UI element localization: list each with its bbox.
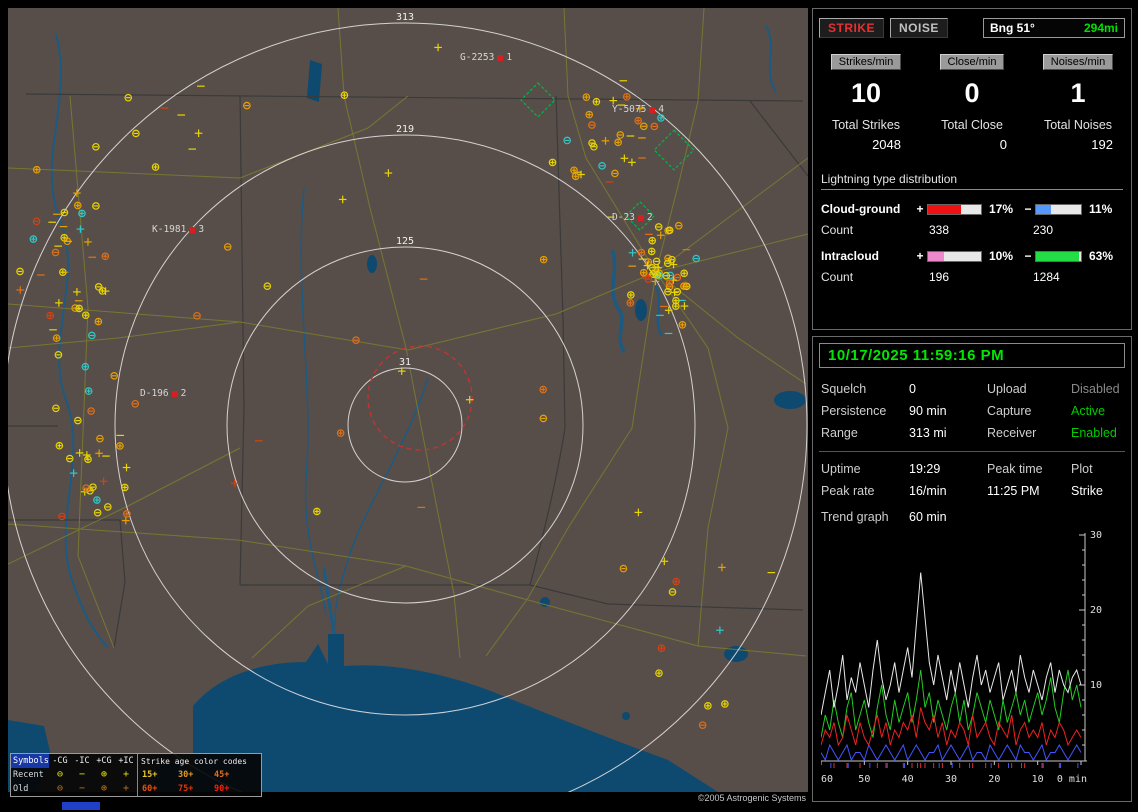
peak-rate-value: 16/min [909, 484, 947, 498]
trend-graph-canvas: 10 20 30 60 50 40 30 20 10 0 min [820, 530, 1102, 785]
trend-graph-label: Trend graph [821, 510, 889, 524]
cell-marker-icon [649, 106, 656, 113]
strike-indicator-button[interactable]: STRIKE [819, 18, 885, 38]
strikes-rate-value: 10 [850, 78, 882, 108]
bearing-value: Bng 51° [990, 21, 1035, 35]
svg-text:30: 30 [945, 774, 957, 785]
status-grid: Uptime 19:29 Peak time Plot Peak rate 16… [813, 454, 1131, 500]
svg-text:0 min: 0 min [1057, 774, 1087, 785]
noises-per-min-chip[interactable]: Noises/min [1042, 54, 1114, 70]
uptime-value: 19:29 [909, 462, 941, 476]
ic-minus-bar [1035, 250, 1082, 262]
strikes-per-min-chip[interactable]: Strikes/min [830, 54, 902, 70]
capture-value: Active [1071, 404, 1106, 418]
map-canvas: 313 219 125 31 [8, 8, 808, 792]
upload-label: Upload [987, 382, 1027, 396]
close-per-min-chip[interactable]: Close/min [939, 54, 1005, 70]
storm-cell-label: D-23 2 [612, 212, 653, 223]
total-noises-value: 192 [1091, 137, 1113, 152]
copyright-text: ©2005 Astrogenic Systems [697, 793, 806, 803]
receiver-label: Receiver [987, 426, 1037, 440]
range-value: 313 mi [909, 426, 947, 440]
settings-grid: Squelch 0 Upload Disabled Persistence 90… [813, 374, 1131, 442]
storm-cell-label: G-2253 1 [460, 52, 513, 63]
trend-graph-value: 60 min [909, 510, 947, 524]
storm-cell-label: Y-5075 4 [612, 104, 665, 115]
svg-text:10: 10 [1032, 774, 1044, 785]
uptime-label: Uptime [821, 462, 861, 476]
storm-cell-label: D-196 2 [140, 388, 187, 399]
cg-minus-bar [1035, 203, 1082, 215]
cloud-ground-counts: Count 338 230 [821, 223, 1054, 237]
taskbar-fragment [62, 802, 100, 810]
svg-text:31: 31 [399, 357, 411, 368]
cell-marker-icon [637, 214, 644, 221]
cell-marker-icon [171, 390, 178, 397]
plot-label: Plot [1071, 462, 1093, 476]
status-panel: STRIKE NOISE Bng 51° 294mi Strikes/min C… [812, 8, 1132, 802]
peak-time-value: 11:25 PM [987, 484, 1040, 498]
ic-plus-bar [927, 250, 982, 262]
divider [819, 451, 1125, 452]
total-close-label: Total Close [941, 118, 1003, 132]
svg-text:50: 50 [858, 774, 870, 785]
receiver-value: Enabled [1071, 426, 1117, 440]
close-rate-value: 0 [964, 78, 980, 108]
map-legend: Symbols -CG -IC +CG +IC Recent ⊖ − ⊕ + Old ⊖ − ⊕ + Str… [10, 753, 262, 797]
svg-text:60: 60 [821, 774, 833, 785]
squelch-value: 0 [909, 382, 916, 396]
upload-value: Disabled [1071, 382, 1120, 396]
distribution-title: Lightning type distribution [821, 172, 1123, 190]
intracloud-counts: Count 196 1284 [821, 270, 1060, 284]
total-strikes-label: Total Strikes [831, 118, 901, 132]
persistence-label: Persistence [821, 404, 887, 418]
storm-cell-label: K-1981 3 [152, 224, 205, 235]
trend-settings: Trend graph 60 min [813, 500, 1131, 526]
datetime-display: 10/17/2025 11:59:16 PM [819, 343, 1125, 368]
plot-value: Strike [1071, 484, 1103, 498]
svg-text:20: 20 [1090, 605, 1102, 616]
capture-label: Capture [987, 404, 1032, 418]
legend-age-codes: Strike age color codes 15+ 30+ 45+ 60+ 75+ 90+ [137, 754, 261, 796]
total-noises-label: Total Noises [1043, 118, 1113, 132]
range-label: Range [821, 426, 858, 440]
bearing-range-value: 294mi [1083, 21, 1118, 35]
svg-text:20: 20 [988, 774, 1000, 785]
peak-rate-label: Peak rate [821, 484, 875, 498]
squelch-label: Squelch [821, 382, 867, 396]
svg-text:125: 125 [396, 236, 414, 247]
total-strikes-value: 2048 [872, 137, 901, 152]
status-section: 10/17/2025 11:59:16 PM Squelch 0 Upload … [812, 336, 1132, 802]
bearing-readout: Bng 51° 294mi [983, 18, 1125, 38]
peak-time-label: Peak time [987, 462, 1043, 476]
svg-text:313: 313 [396, 12, 414, 23]
noise-indicator-button[interactable]: NOISE [890, 18, 948, 38]
nexstorm-window: 313 219 125 31 Symbols -CG -IC +CG +IC Recent ⊖ − ⊕… [0, 0, 1138, 812]
lightning-map[interactable]: 313 219 125 31 Symbols -CG -IC +CG +IC Recent ⊖ − ⊕… [8, 8, 808, 797]
counters-section: STRIKE NOISE Bng 51° 294mi Strikes/min C… [812, 8, 1132, 330]
persistence-value: 90 min [909, 404, 947, 418]
svg-text:30: 30 [1090, 530, 1102, 541]
svg-text:40: 40 [902, 774, 914, 785]
noises-rate-value: 1 [1070, 78, 1086, 108]
svg-text:219: 219 [396, 124, 414, 135]
cloud-ground-row: Cloud-ground + 17% − 11% [821, 202, 1113, 216]
svg-text:10: 10 [1090, 680, 1102, 691]
cell-marker-icon [189, 226, 196, 233]
trend-graph: 10 20 30 60 50 40 30 20 10 0 min [820, 530, 1123, 791]
cell-marker-icon [497, 54, 504, 61]
total-close-value: 0 [999, 137, 1007, 152]
cg-plus-bar [927, 203, 982, 215]
intracloud-row: Intracloud + 10% − 63% [821, 249, 1114, 263]
legend-symbols: Symbols -CG -IC +CG +IC Recent ⊖ − ⊕ + Old ⊖ − ⊕ + [11, 754, 134, 794]
